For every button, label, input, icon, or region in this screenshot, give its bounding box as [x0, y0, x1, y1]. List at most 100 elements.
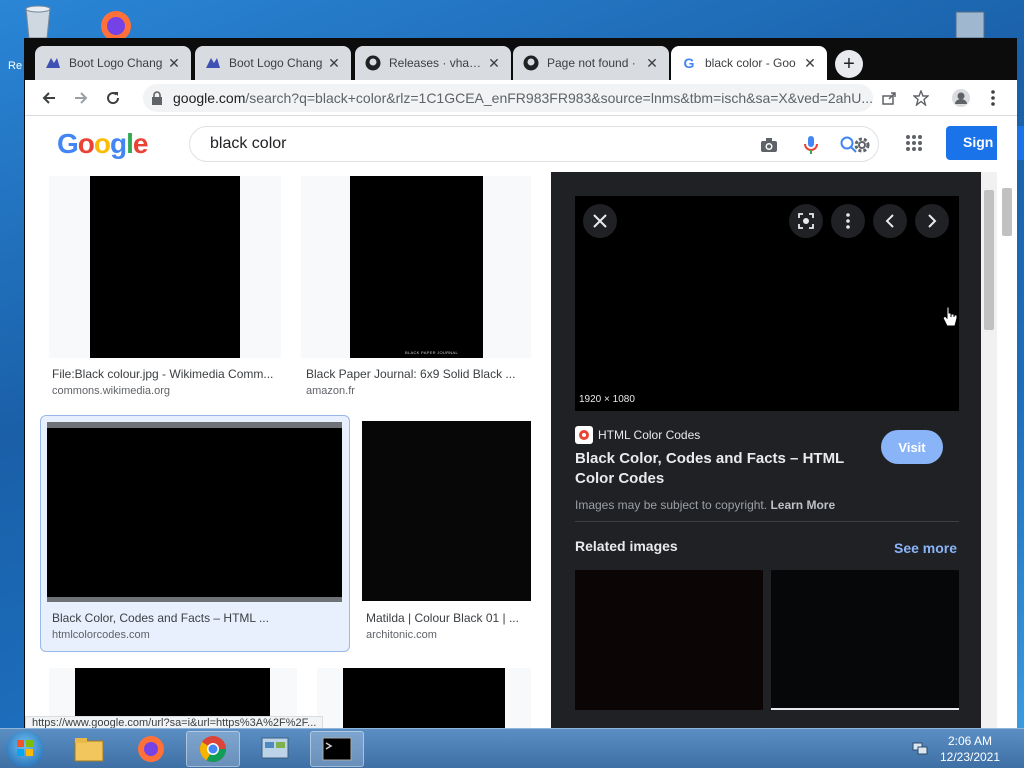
control-panel-desktop-icon[interactable] — [950, 6, 990, 42]
apps-grid-icon[interactable] — [905, 134, 925, 154]
logo-letter: G — [57, 128, 79, 159]
system-clock[interactable]: 2:06 AM 12/23/2021 — [930, 733, 1010, 765]
menu-dots-icon[interactable] — [981, 86, 1005, 110]
github-icon — [523, 55, 539, 71]
see-more-link[interactable]: See more — [894, 540, 957, 556]
result-source: architonic.com — [366, 629, 437, 641]
close-icon[interactable]: ✕ — [167, 55, 181, 72]
result-thumbnail[interactable]: BLACK PAPER JOURNAL — [350, 176, 483, 358]
result-title[interactable]: Black Paper Journal: 6x9 Solid Black ... — [306, 367, 531, 381]
share-icon[interactable] — [877, 86, 901, 110]
taskbar-command-prompt[interactable] — [310, 731, 364, 767]
browser-window: Boot Logo Chang ✕ Boot Logo Chang ✕ Rele… — [24, 38, 1024, 730]
reload-icon[interactable] — [101, 86, 125, 110]
image-dimensions: 1920 × 1080 — [579, 394, 635, 405]
desktop-icon-label: Re — [8, 60, 23, 72]
result-thumbnail[interactable] — [47, 422, 342, 602]
browser-toolbar: google.com/search?q=black+color&rlz=1C1G… — [25, 80, 1017, 116]
result-title[interactable]: Matilda | Colour Black 01 | ... — [366, 611, 536, 625]
logo-letter: l — [126, 128, 134, 159]
google-header: Google black color Sign i — [25, 116, 1024, 172]
site-favicon-icon — [575, 426, 593, 444]
firefox-desktop-icon[interactable] — [96, 4, 136, 41]
back-arrow-icon[interactable] — [37, 86, 61, 110]
url-path: /search?q=black+color&rlz=1C1GCEA_enFR98… — [245, 90, 873, 106]
preview-title[interactable]: Black Color, Codes and Facts – HTML Colo… — [575, 449, 875, 489]
taskbar-control-panel[interactable] — [248, 731, 302, 767]
tab-strip: Boot Logo Chang ✕ Boot Logo Chang ✕ Rele… — [25, 38, 1017, 80]
start-button[interactable] — [6, 731, 44, 767]
tab-black-color[interactable]: G black color - Goo ✕ — [671, 46, 827, 80]
result-thumbnail[interactable] — [362, 421, 531, 601]
selected-result-card[interactable]: Black Color, Codes and Facts – HTML ... … — [40, 415, 350, 652]
page-scrollbar[interactable] — [997, 116, 1017, 728]
taskbar-chrome[interactable] — [186, 731, 240, 767]
result-title[interactable]: File:Black colour.jpg - Wikimedia Comm..… — [52, 367, 282, 381]
thumbnail-caption: BLACK PAPER JOURNAL — [405, 350, 458, 355]
boot-logo-icon — [45, 55, 61, 71]
result-thumbnail[interactable] — [90, 176, 240, 358]
boot-logo-icon — [205, 55, 221, 71]
lens-search-icon[interactable] — [789, 204, 823, 238]
microphone-icon[interactable] — [800, 134, 822, 156]
related-images-heading: Related images — [575, 538, 678, 554]
tab-title: Releases · vhanla — [389, 56, 483, 70]
tab-title: Page not found · — [547, 56, 636, 70]
clock-date: 12/23/2021 — [939, 750, 1001, 764]
related-image[interactable] — [575, 570, 763, 710]
result-source: amazon.fr — [306, 385, 355, 397]
scrollbar-thumb[interactable] — [984, 190, 994, 330]
logo-letter: e — [132, 128, 149, 159]
new-tab-button[interactable]: + — [835, 50, 863, 78]
previous-image-icon[interactable] — [873, 204, 907, 238]
result-card[interactable]: File:Black colour.jpg - Wikimedia Comm..… — [25, 172, 285, 402]
google-logo[interactable]: Google — [57, 128, 149, 160]
clock-time: 2:06 AM — [947, 734, 993, 748]
result-thumbnail[interactable] — [343, 668, 505, 728]
taskbar-explorer[interactable] — [62, 731, 116, 767]
forward-arrow-icon[interactable] — [69, 86, 93, 110]
recycle-bin-icon[interactable] — [18, 4, 58, 40]
source-site[interactable]: HTML Color Codes — [575, 426, 700, 444]
profile-icon[interactable] — [949, 86, 973, 110]
more-options-icon[interactable] — [831, 204, 865, 238]
close-icon[interactable]: ✕ — [327, 55, 341, 72]
github-icon — [365, 55, 381, 71]
logo-letter: g — [110, 128, 127, 159]
close-icon[interactable]: ✕ — [645, 55, 659, 72]
scrollbar-thumb[interactable] — [1002, 188, 1012, 236]
google-icon: G — [683, 55, 695, 71]
hand-cursor-icon — [942, 306, 958, 328]
result-title[interactable]: Black Color, Codes and Facts – HTML ... — [52, 611, 342, 625]
result-card[interactable]: Matilda | Colour Black 01 | ... architon… — [358, 415, 551, 652]
copyright-notice: Images may be subject to copyright. Lear… — [575, 498, 835, 512]
camera-icon[interactable] — [758, 134, 780, 156]
close-preview-button[interactable] — [583, 204, 617, 238]
tab-title: Boot Logo Chang — [69, 56, 163, 70]
search-query: black color — [210, 135, 287, 152]
settings-gear-icon[interactable] — [851, 134, 873, 156]
result-card[interactable]: BLACK PAPER JOURNAL Black Paper Journal:… — [285, 172, 551, 402]
learn-more-link[interactable]: Learn More — [770, 498, 835, 512]
tab-boot-logo-1[interactable]: Boot Logo Chang ✕ — [35, 46, 191, 80]
tab-releases[interactable]: Releases · vhanla ✕ — [355, 46, 511, 80]
result-source: commons.wikimedia.org — [52, 385, 170, 397]
visit-button[interactable]: Visit — [881, 430, 943, 464]
tab-title: Boot Logo Chang — [229, 56, 323, 70]
logo-letter: o — [93, 128, 111, 159]
preview-scrollbar[interactable] — [981, 172, 997, 728]
divider — [575, 521, 959, 522]
network-icon[interactable] — [912, 741, 928, 755]
tab-page-not-found[interactable]: Page not found · ✕ — [513, 46, 669, 80]
tab-title: black color - Goo — [705, 56, 796, 70]
next-image-icon[interactable] — [915, 204, 949, 238]
tab-boot-logo-2[interactable]: Boot Logo Chang ✕ — [195, 46, 351, 80]
close-icon[interactable]: ✕ — [487, 55, 501, 72]
taskbar-firefox[interactable] — [124, 731, 178, 767]
bookmark-star-icon[interactable] — [909, 86, 933, 110]
close-icon[interactable]: ✕ — [803, 55, 817, 72]
image-preview-panel: 1920 × 1080 HTML Color Codes Black Color… — [551, 172, 981, 728]
related-image[interactable] — [771, 570, 959, 710]
address-bar[interactable]: google.com/search?q=black+color&rlz=1C1G… — [143, 84, 873, 112]
image-results: File:Black colour.jpg - Wikimedia Comm..… — [25, 172, 551, 728]
